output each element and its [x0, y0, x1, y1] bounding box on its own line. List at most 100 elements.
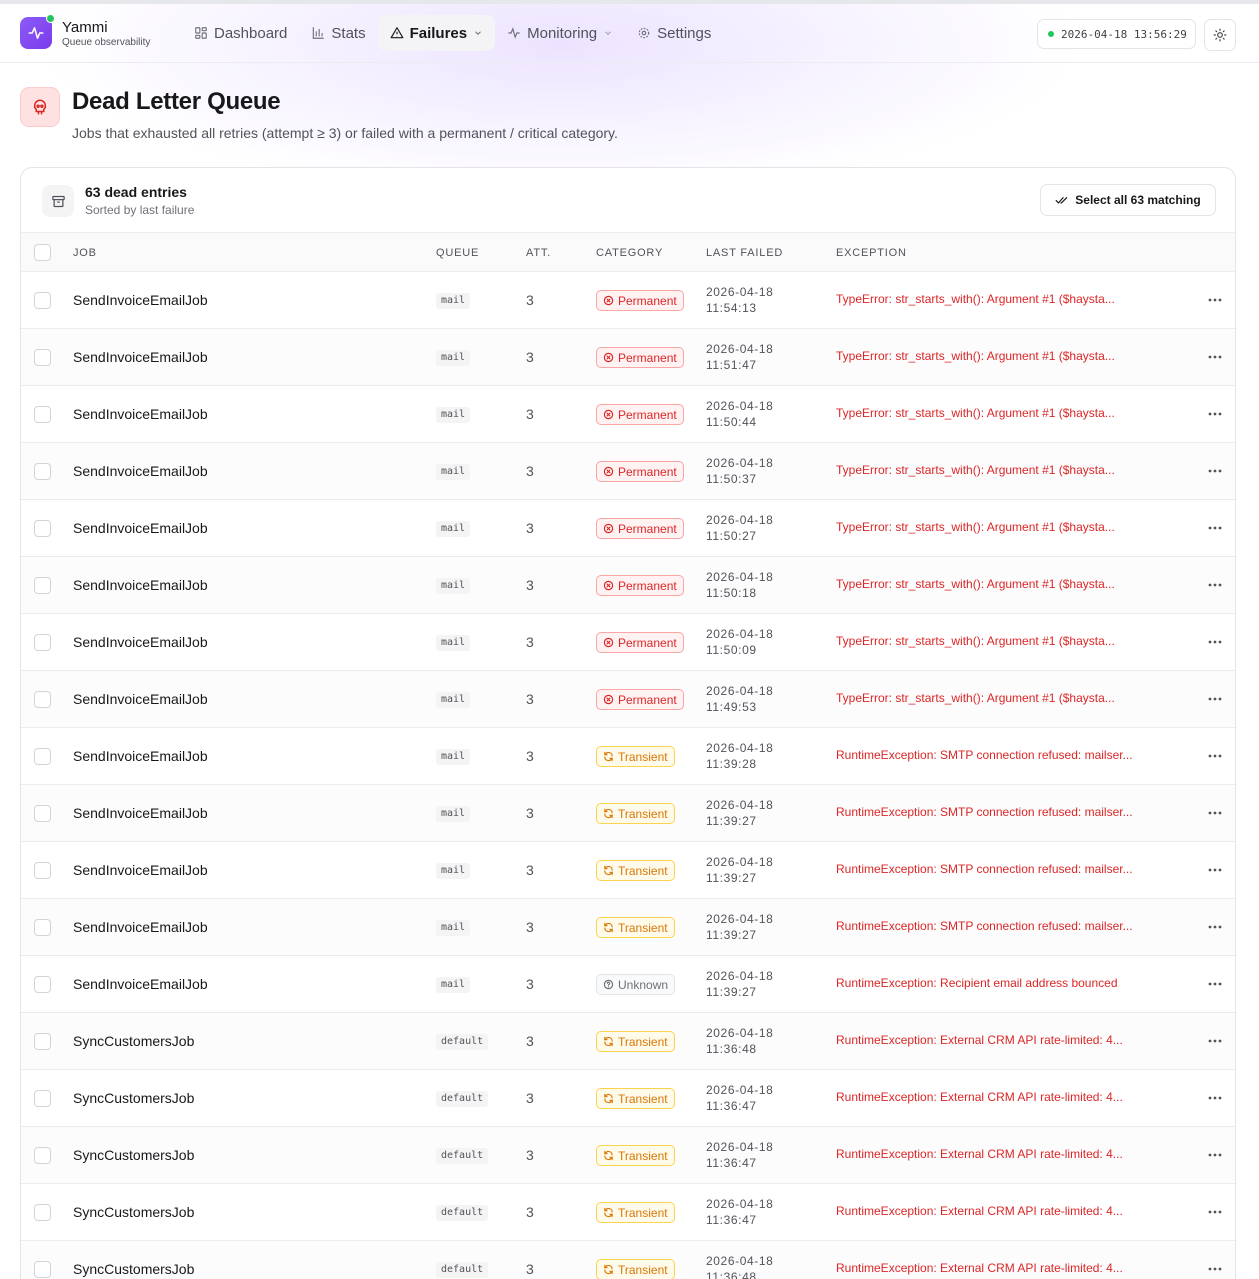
row-checkbox[interactable]	[34, 862, 51, 879]
table-row[interactable]: SendInvoiceEmailJob mail 3 Permanent 2026-04…	[21, 443, 1235, 500]
row-checkbox[interactable]	[34, 1090, 51, 1107]
exception-message[interactable]: TypeError: str_starts_with(): Argument #…	[836, 406, 1115, 420]
row-actions-button[interactable]	[1205, 292, 1225, 308]
theme-toggle-button[interactable]	[1204, 19, 1236, 51]
job-name[interactable]: SendInvoiceEmailJob	[73, 634, 208, 650]
row-checkbox[interactable]	[34, 463, 51, 480]
exception-message[interactable]: RuntimeException: External CRM API rate-…	[836, 1090, 1123, 1104]
row-actions-button[interactable]	[1205, 1090, 1225, 1106]
row-checkbox[interactable]	[34, 748, 51, 765]
table-row[interactable]: SendInvoiceEmailJob mail 3 Permanent 2026-04…	[21, 272, 1235, 329]
nav-failures[interactable]: Failures	[377, 15, 496, 51]
exception-message[interactable]: TypeError: str_starts_with(): Argument #…	[836, 463, 1115, 477]
row-actions-button[interactable]	[1205, 349, 1225, 365]
job-name[interactable]: SendInvoiceEmailJob	[73, 577, 208, 593]
job-name[interactable]: SendInvoiceEmailJob	[73, 406, 208, 422]
row-actions-button[interactable]	[1205, 463, 1225, 479]
row-checkbox[interactable]	[34, 634, 51, 651]
column-last-failed[interactable]: LAST FAILED	[706, 247, 783, 259]
table-row[interactable]: SendInvoiceEmailJob mail 3 Permanent 2026-04…	[21, 557, 1235, 614]
job-name[interactable]: SyncCustomersJob	[73, 1033, 194, 1049]
table-row[interactable]: SendInvoiceEmailJob mail 3 Permanent 2026-04…	[21, 329, 1235, 386]
exception-message[interactable]: RuntimeException: SMTP connection refuse…	[836, 805, 1133, 819]
table-row[interactable]: SendInvoiceEmailJob mail 3 Transient 2026-04…	[21, 785, 1235, 842]
select-all-checkbox[interactable]	[34, 244, 51, 261]
exception-message[interactable]: TypeError: str_starts_with(): Argument #…	[836, 520, 1115, 534]
column-queue[interactable]: QUEUE	[436, 247, 479, 259]
job-name[interactable]: SendInvoiceEmailJob	[73, 919, 208, 935]
row-actions-button[interactable]	[1205, 577, 1225, 593]
exception-message[interactable]: TypeError: str_starts_with(): Argument #…	[836, 577, 1115, 591]
row-actions-button[interactable]	[1205, 634, 1225, 650]
exception-message[interactable]: TypeError: str_starts_with(): Argument #…	[836, 691, 1115, 705]
job-name[interactable]: SendInvoiceEmailJob	[73, 349, 208, 365]
exception-message[interactable]: TypeError: str_starts_with(): Argument #…	[836, 292, 1115, 306]
job-name[interactable]: SendInvoiceEmailJob	[73, 748, 208, 764]
job-name[interactable]: SendInvoiceEmailJob	[73, 976, 208, 992]
exception-message[interactable]: RuntimeException: External CRM API rate-…	[836, 1147, 1123, 1161]
table-row[interactable]: SyncCustomersJob default 3 Transient 2026-04…	[21, 1127, 1235, 1184]
exception-message[interactable]: RuntimeException: External CRM API rate-…	[836, 1033, 1123, 1047]
exception-message[interactable]: TypeError: str_starts_with(): Argument #…	[836, 634, 1115, 648]
exception-message[interactable]: RuntimeException: SMTP connection refuse…	[836, 862, 1133, 876]
row-checkbox[interactable]	[34, 1261, 51, 1278]
table-row[interactable]: SendInvoiceEmailJob mail 3 Permanent 2026-04…	[21, 614, 1235, 671]
row-checkbox[interactable]	[34, 976, 51, 993]
column-exception[interactable]: EXCEPTION	[836, 247, 907, 259]
row-actions-button[interactable]	[1205, 1147, 1225, 1163]
exception-message[interactable]: RuntimeException: External CRM API rate-…	[836, 1204, 1123, 1218]
row-checkbox[interactable]	[34, 1204, 51, 1221]
row-actions-button[interactable]	[1205, 805, 1225, 821]
job-name[interactable]: SyncCustomersJob	[73, 1261, 194, 1277]
row-actions-button[interactable]	[1205, 406, 1225, 422]
exception-message[interactable]: RuntimeException: SMTP connection refuse…	[836, 748, 1133, 762]
job-name[interactable]: SendInvoiceEmailJob	[73, 862, 208, 878]
nav-settings[interactable]: Settings	[625, 15, 723, 51]
table-row[interactable]: SendInvoiceEmailJob mail 3 Transient 2026-04…	[21, 842, 1235, 899]
table-row[interactable]: SendInvoiceEmailJob mail 3 Transient 2026-04…	[21, 728, 1235, 785]
row-checkbox[interactable]	[34, 691, 51, 708]
column-category[interactable]: CATEGORY	[596, 247, 663, 259]
table-row[interactable]: SendInvoiceEmailJob mail 3 Transient 2026-04…	[21, 899, 1235, 956]
row-checkbox[interactable]	[34, 805, 51, 822]
job-name[interactable]: SendInvoiceEmailJob	[73, 520, 208, 536]
job-name[interactable]: SyncCustomersJob	[73, 1090, 194, 1106]
table-row[interactable]: SendInvoiceEmailJob mail 3 Permanent 2026-04…	[21, 671, 1235, 728]
job-name[interactable]: SyncCustomersJob	[73, 1204, 194, 1220]
table-row[interactable]: SendInvoiceEmailJob mail 3 Unknown 2026-04-1…	[21, 956, 1235, 1013]
job-name[interactable]: SendInvoiceEmailJob	[73, 805, 208, 821]
row-actions-button[interactable]	[1205, 976, 1225, 992]
row-actions-button[interactable]	[1205, 1261, 1225, 1277]
row-checkbox[interactable]	[34, 520, 51, 537]
job-name[interactable]: SendInvoiceEmailJob	[73, 463, 208, 479]
row-checkbox[interactable]	[34, 292, 51, 309]
exception-message[interactable]: TypeError: str_starts_with(): Argument #…	[836, 349, 1115, 363]
job-name[interactable]: SyncCustomersJob	[73, 1147, 194, 1163]
table-row[interactable]: SyncCustomersJob default 3 Transient 2026-04…	[21, 1013, 1235, 1070]
row-checkbox[interactable]	[34, 349, 51, 366]
column-job[interactable]: JOB	[73, 247, 97, 259]
row-actions-button[interactable]	[1205, 748, 1225, 764]
nav-dashboard[interactable]: Dashboard	[182, 15, 299, 51]
row-actions-button[interactable]	[1205, 919, 1225, 935]
job-name[interactable]: SendInvoiceEmailJob	[73, 292, 208, 308]
table-row[interactable]: SyncCustomersJob default 3 Transient 2026-04…	[21, 1241, 1235, 1279]
table-row[interactable]: SyncCustomersJob default 3 Transient 2026-04…	[21, 1070, 1235, 1127]
job-name[interactable]: SendInvoiceEmailJob	[73, 691, 208, 707]
row-checkbox[interactable]	[34, 919, 51, 936]
table-row[interactable]: SendInvoiceEmailJob mail 3 Permanent 2026-04…	[21, 500, 1235, 557]
exception-message[interactable]: RuntimeException: Recipient email addres…	[836, 976, 1118, 990]
row-actions-button[interactable]	[1205, 520, 1225, 536]
column-attempts[interactable]: ATT.	[526, 247, 551, 259]
app-logo[interactable]	[20, 14, 55, 49]
row-actions-button[interactable]	[1205, 1033, 1225, 1049]
row-actions-button[interactable]	[1205, 691, 1225, 707]
exception-message[interactable]: RuntimeException: External CRM API rate-…	[836, 1261, 1123, 1275]
table-row[interactable]: SyncCustomersJob default 3 Transient 2026-04…	[21, 1184, 1235, 1241]
row-checkbox[interactable]	[34, 1033, 51, 1050]
select-all-button[interactable]: Select all 63 matching	[1040, 184, 1216, 216]
table-row[interactable]: SendInvoiceEmailJob mail 3 Permanent 2026-04…	[21, 386, 1235, 443]
row-actions-button[interactable]	[1205, 1204, 1225, 1220]
row-actions-button[interactable]	[1205, 862, 1225, 878]
row-checkbox[interactable]	[34, 577, 51, 594]
